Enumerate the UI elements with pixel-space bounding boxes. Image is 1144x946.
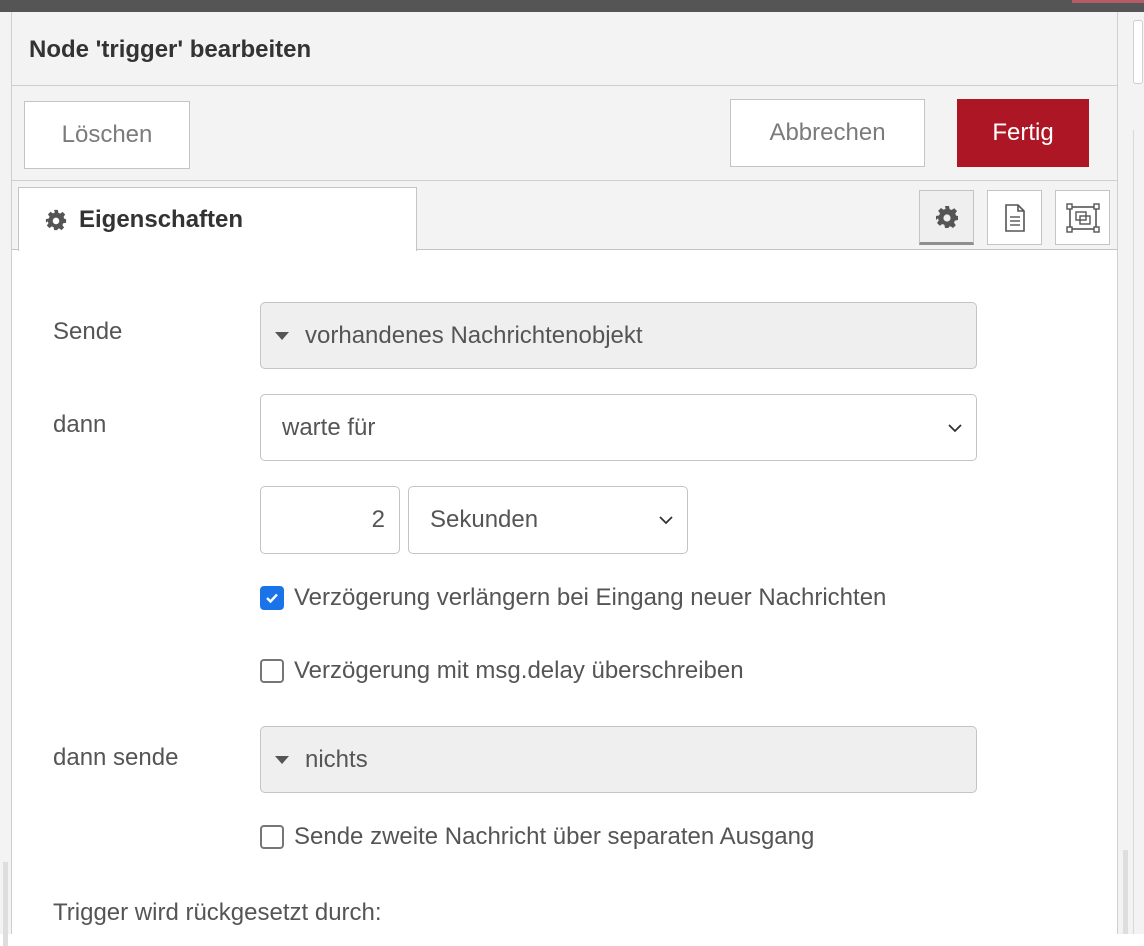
send-type-value: vorhandenes Nachrichtenobjekt — [305, 321, 643, 349]
tray-title: Node 'trigger' bearbeiten — [29, 36, 312, 63]
extend-delay-option[interactable]: Verzögerung verlängern bei Eingang neuer… — [260, 584, 886, 612]
extend-delay-checkbox[interactable] — [260, 586, 284, 610]
second-output-checkbox[interactable] — [260, 825, 284, 849]
chevron-down-icon — [659, 516, 673, 525]
description-icon — [1004, 203, 1025, 232]
override-delay-checkbox[interactable] — [260, 659, 284, 683]
cancel-button[interactable]: Abbrechen — [730, 99, 925, 167]
then-select[interactable]: warte für — [260, 394, 977, 461]
gear-icon — [935, 205, 958, 228]
caret-down-icon — [275, 331, 289, 340]
right-resize-handle[interactable] — [1123, 850, 1128, 934]
delete-button[interactable]: Löschen — [24, 101, 190, 169]
tab-button-description[interactable] — [987, 190, 1042, 245]
delay-unit-value: Sekunden — [430, 506, 539, 533]
second-output-option[interactable]: Sende zweite Nachricht über separaten Au… — [260, 823, 814, 851]
done-button[interactable]: Fertig — [957, 99, 1089, 167]
delay-value: 2 — [371, 506, 385, 533]
top-bar-accent — [1072, 0, 1144, 3]
chevron-down-icon — [948, 423, 962, 432]
second-output-label: Sende zweite Nachricht über separaten Au… — [294, 823, 815, 850]
tray-toolbar: Löschen Abbrechen Fertig — [12, 86, 1117, 181]
right-scrollbar[interactable] — [1133, 20, 1143, 84]
right-divider — [1133, 130, 1134, 934]
tab-properties[interactable]: Eigenschaften — [18, 187, 417, 251]
override-delay-option[interactable]: Verzögerung mit msg.delay überschreiben — [260, 657, 744, 685]
gear-icon — [45, 209, 67, 230]
send-label: Sende — [53, 318, 123, 345]
then-label: dann — [53, 411, 107, 438]
tab-button-properties[interactable] — [919, 190, 974, 245]
reset-label: Trigger wird rückgesetzt durch: — [53, 899, 382, 926]
then-send-label: dann sende — [53, 744, 179, 771]
send-type-input[interactable]: vorhandenes Nachrichtenobjekt — [260, 302, 977, 369]
caret-down-icon — [275, 755, 289, 764]
appearance-icon — [1065, 202, 1100, 233]
tab-properties-label: Eigenschaften — [79, 205, 244, 233]
override-delay-label: Verzögerung mit msg.delay überschreiben — [294, 657, 744, 684]
delay-value-input[interactable]: 2 — [260, 486, 400, 554]
check-icon — [266, 593, 278, 604]
editor-top-bar — [0, 0, 1144, 12]
delay-unit-select[interactable]: Sekunden — [408, 486, 688, 554]
tray-header: Node 'trigger' bearbeiten — [12, 12, 1117, 86]
left-edge-panel — [0, 12, 12, 946]
then-select-value: warte für — [282, 413, 376, 441]
tab-button-appearance[interactable] — [1055, 190, 1110, 245]
extend-delay-label: Verzögerung verlängern bei Eingang neuer… — [294, 584, 887, 611]
tab-bar: Eigenschaften — [12, 181, 1117, 251]
then-send-type-input[interactable]: nichts — [260, 726, 977, 793]
then-send-value: nichts — [305, 745, 368, 773]
right-edge-panel — [1117, 12, 1144, 934]
left-resize-handle[interactable] — [3, 862, 8, 946]
